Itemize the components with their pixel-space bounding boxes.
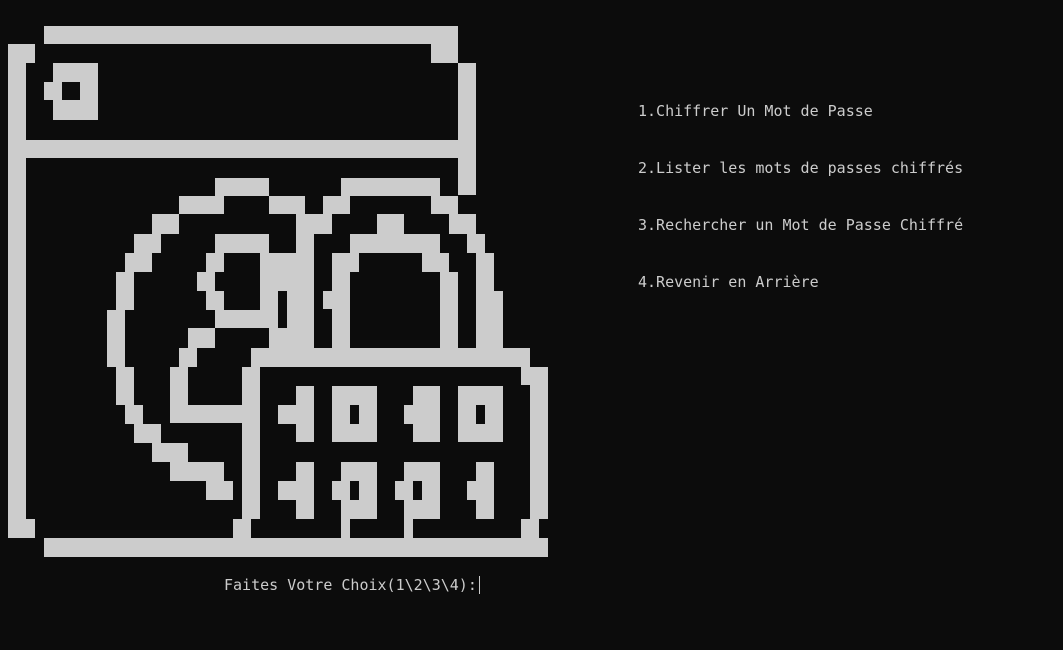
menu-item-list-passwords[interactable]: 2.Lister les mots de passes chiffrés [638, 158, 963, 178]
text-cursor [478, 576, 480, 594]
menu-item-go-back[interactable]: 4.Revenir en Arrière [638, 272, 819, 292]
prompt-label: Faites Votre Choix(1\2\3\4): [224, 576, 477, 594]
menu-item-search-password[interactable]: 3.Rechercher un Mot de Passe Chiffré [638, 215, 963, 235]
terminal-window: 1.Chiffrer Un Mot de Passe 2.Lister les … [0, 0, 1063, 650]
menu-item-encrypt-password[interactable]: 1.Chiffrer Un Mot de Passe [638, 101, 873, 121]
choice-prompt[interactable]: Faites Votre Choix(1\2\3\4): [224, 575, 480, 595]
password-manager-lock-icon [8, 26, 548, 557]
